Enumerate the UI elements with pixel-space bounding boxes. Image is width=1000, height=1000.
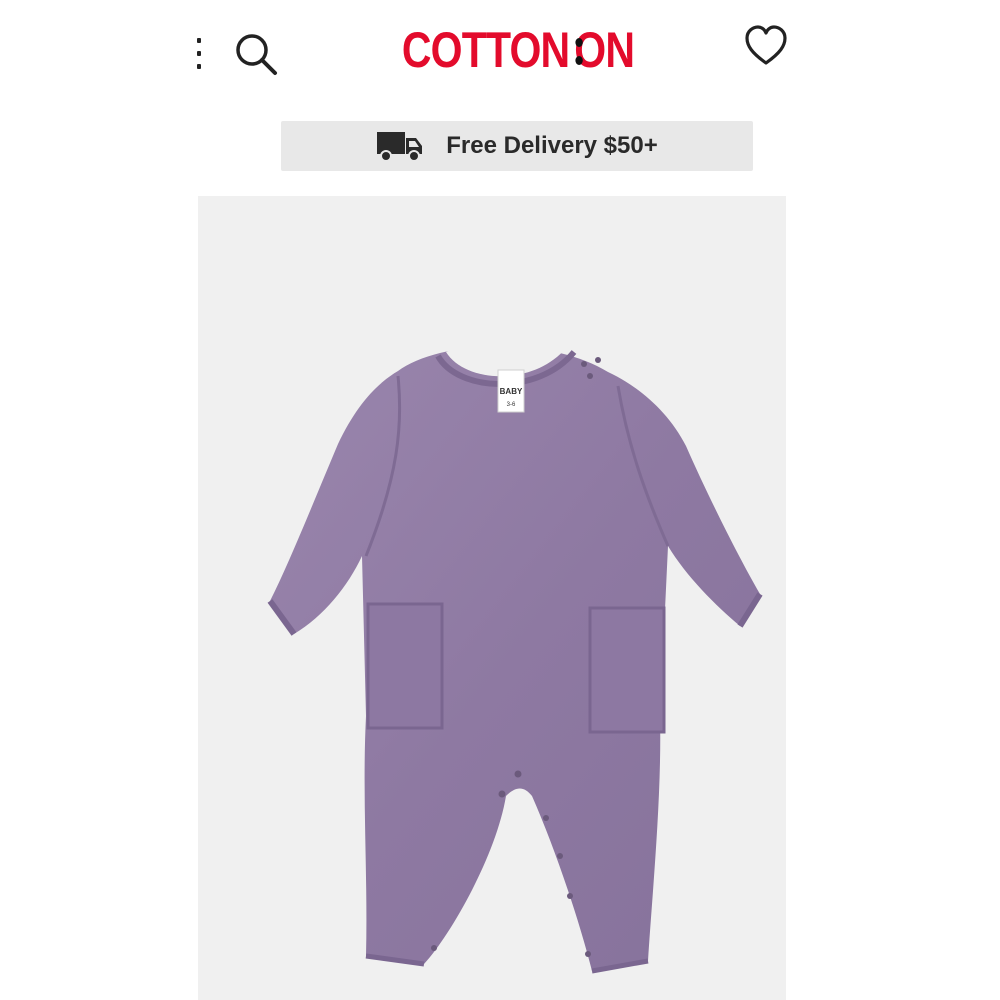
label-size-text: 3-6 (507, 402, 516, 408)
search-button[interactable] (230, 28, 282, 80)
truck-icon (377, 132, 423, 162)
wishlist-button[interactable] (742, 24, 790, 68)
promo-text: Free Delivery $50+ (446, 132, 658, 159)
search-icon (236, 34, 277, 75)
romper-illustration: BABY 3-6 (267, 343, 763, 974)
brand-logo-left: COTTON (401, 22, 570, 78)
brand-logo-right: ON (574, 22, 635, 78)
free-delivery-banner[interactable]: Free Delivery $50+ (281, 121, 753, 171)
menu-icon[interactable] (196, 36, 204, 72)
product-image[interactable]: BABY 3-6 (198, 196, 786, 1000)
brand-logo[interactable]: COTTON ON (402, 18, 635, 82)
heart-icon (745, 25, 787, 65)
top-header: COTTON ON (0, 0, 1000, 100)
label-tag-text: BABY (500, 387, 523, 396)
